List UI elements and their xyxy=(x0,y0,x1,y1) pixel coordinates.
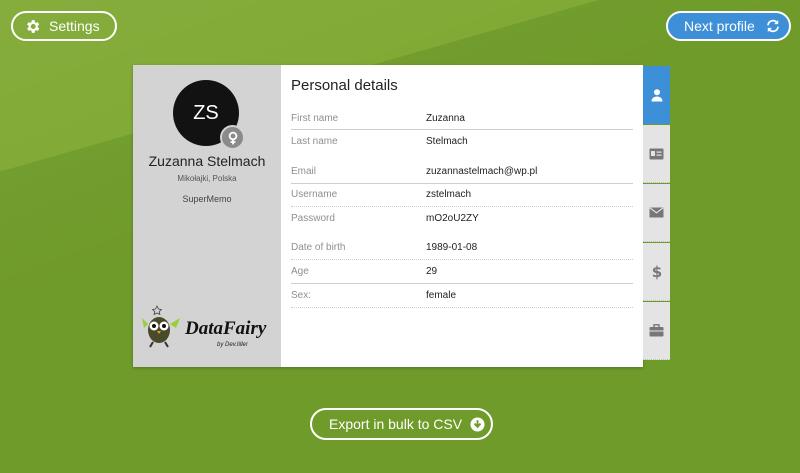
detail-row-last-name: Last name Stelmach xyxy=(291,131,633,153)
detail-row-sex: Sex: female xyxy=(291,285,633,308)
export-label: Export in bulk to CSV xyxy=(329,416,463,432)
svg-text:$: $ xyxy=(651,264,661,280)
details-title: Personal details xyxy=(291,77,398,94)
female-symbol-icon xyxy=(220,125,245,150)
logo-subtext: by Dev.tiller xyxy=(217,342,249,348)
settings-button[interactable]: Settings xyxy=(11,11,117,41)
separator xyxy=(291,108,633,130)
tab-id-card[interactable] xyxy=(643,125,670,183)
detail-row-password: Password mO2oU2ZY xyxy=(291,208,633,230)
profile-section-tabs: $ xyxy=(643,66,670,366)
next-profile-label: Next profile xyxy=(684,18,755,34)
tab-personal[interactable] xyxy=(643,66,670,124)
detail-value: zuzannastelmach@wp.pl xyxy=(426,166,538,177)
detail-value: 29 xyxy=(426,266,438,277)
tab-email[interactable] xyxy=(643,184,670,242)
detail-label: Email xyxy=(291,166,317,177)
detail-value: zstelmach xyxy=(426,189,472,200)
download-icon xyxy=(470,416,485,432)
detail-label: Date of birth xyxy=(291,242,346,253)
gear-icon xyxy=(27,19,40,33)
detail-label: Password xyxy=(291,213,335,224)
id-card-icon xyxy=(649,148,664,159)
refresh-icon xyxy=(766,19,779,33)
profile-company: SuperMemo xyxy=(182,194,232,204)
envelope-icon xyxy=(649,207,664,218)
profile-card: ZS Zuzanna Stelmach Mikołajki, Polska Su… xyxy=(133,65,643,367)
briefcase-icon xyxy=(649,324,664,337)
datafairy-logo: DataFairy by Dev.tiller xyxy=(142,305,267,348)
detail-row-date-of-birth: Date of birth 1989-01-08 xyxy=(291,237,633,260)
profile-name: Zuzanna Stelmach xyxy=(148,153,266,169)
logo-text: DataFairy xyxy=(184,318,267,339)
detail-label: Last name xyxy=(291,136,338,147)
tab-work[interactable] xyxy=(643,302,670,360)
avatar-initials: ZS xyxy=(193,101,219,124)
detail-value: mO2oU2ZY xyxy=(426,213,479,224)
detail-value: Stelmach xyxy=(426,136,468,147)
detail-label: Age xyxy=(291,266,309,277)
detail-value: 1989-01-08 xyxy=(426,242,478,253)
detail-row-username: Username zstelmach xyxy=(291,184,633,207)
owl-mascot-icon xyxy=(142,305,180,348)
detail-row-email: Email zuzannastelmach@wp.pl xyxy=(291,161,633,184)
detail-label: Sex: xyxy=(291,290,312,301)
detail-label: Username xyxy=(291,189,338,200)
tab-finance[interactable]: $ xyxy=(643,243,670,301)
dollar-icon: $ xyxy=(651,264,661,280)
next-profile-button[interactable]: Next profile xyxy=(666,11,791,41)
detail-value: female xyxy=(426,290,457,301)
detail-row-age: Age 29 xyxy=(291,261,633,284)
export-csv-button[interactable]: Export in bulk to CSV xyxy=(310,408,493,440)
settings-label: Settings xyxy=(49,18,100,34)
profile-sidebar: ZS Zuzanna Stelmach Mikołajki, Polska Su… xyxy=(133,65,281,367)
user-icon xyxy=(651,89,662,102)
profile-location: Mikołajki, Polska xyxy=(177,174,237,183)
